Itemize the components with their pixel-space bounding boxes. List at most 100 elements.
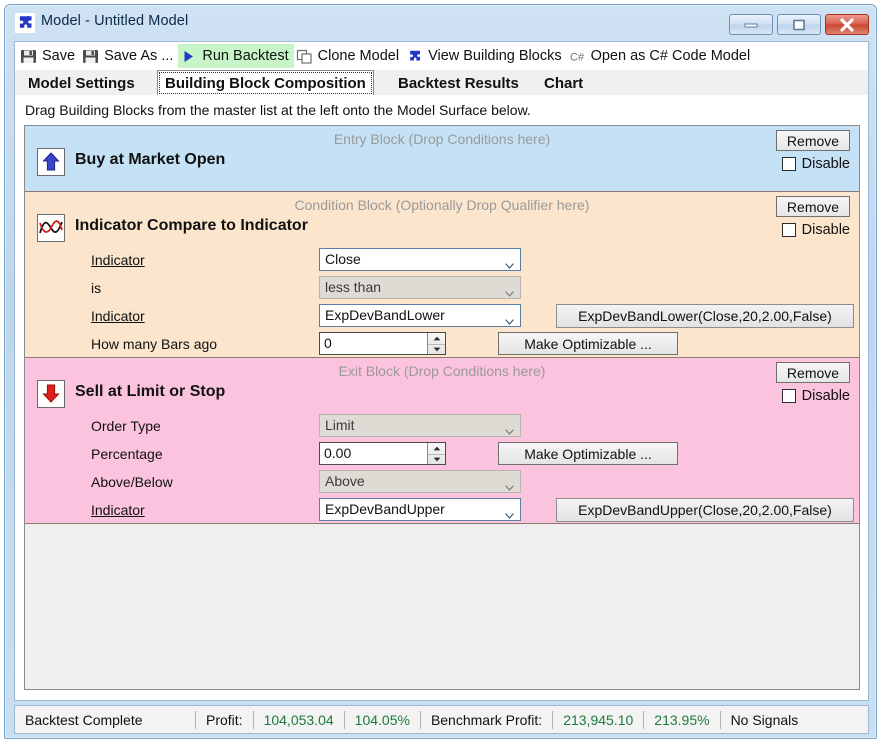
view-building-blocks-button[interactable]: View Building Blocks: [404, 44, 567, 68]
play-triangle-icon: [180, 48, 197, 65]
puzzle-piece-icon: [15, 13, 35, 33]
stepper-buttons[interactable]: [427, 333, 445, 354]
tab-strip: Model Settings Building Block Compositio…: [14, 70, 869, 96]
profit-percent: 104.05%: [354, 711, 410, 728]
exit-block[interactable]: Exit Block (Drop Conditions here) Sell a…: [25, 358, 859, 524]
order-type-dropdown[interactable]: Limit: [319, 414, 521, 437]
checkbox-box[interactable]: [781, 157, 796, 171]
make-optimizable-button[interactable]: Make Optimizable ...: [498, 442, 678, 465]
field-row-indicator-1: Indicator Close: [25, 248, 859, 276]
chevron-down-icon: [505, 256, 514, 269]
maximize-button[interactable]: [777, 14, 821, 35]
entry-block-header: Entry Block (Drop Conditions here): [333, 131, 551, 147]
puzzle-piece-icon: [406, 48, 423, 65]
tab-chart[interactable]: Chart: [536, 72, 592, 95]
entry-block[interactable]: Entry Block (Drop Conditions here) Buy a…: [25, 126, 859, 192]
tab-building-block-composition[interactable]: Building Block Composition: [157, 70, 374, 96]
stepper-buttons[interactable]: [427, 443, 445, 464]
comparison-operator-dropdown[interactable]: less than: [319, 276, 521, 299]
open-as-csharp-button[interactable]: C# Open as C# Code Model: [567, 44, 756, 68]
field-label-bars-ago: How many Bars ago: [91, 336, 218, 352]
view-building-blocks-label: View Building Blocks: [428, 48, 562, 64]
chevron-down-icon: [505, 284, 514, 297]
dropdown-value: ExpDevBandLower: [325, 307, 445, 323]
remove-button[interactable]: Remove: [776, 130, 850, 151]
bars-ago-stepper[interactable]: 0: [319, 332, 446, 355]
clone-model-label: Clone Model: [317, 48, 400, 64]
disable-label: Disable: [801, 156, 850, 172]
benchmark-percent: 213.95%: [654, 711, 710, 728]
exit-block-header: Exit Block (Drop Conditions here): [338, 363, 546, 379]
save-as-button[interactable]: Save As ...: [80, 44, 178, 68]
floppy-disk-icon: [20, 48, 37, 65]
field-label-indicator[interactable]: Indicator: [91, 502, 145, 518]
field-row-percentage: Percentage 0.00 Make Optimizable ...: [25, 442, 859, 470]
benchmark-value: 213,945.10: [563, 711, 634, 728]
chevron-down-icon: [505, 506, 514, 519]
dropdown-value: less than: [325, 279, 382, 295]
title-bar: Model - Untitled Model: [5, 5, 878, 41]
save-label: Save: [42, 48, 76, 64]
disable-label: Disable: [801, 222, 850, 238]
profit-value: 104,053.04: [263, 711, 334, 728]
chevron-down-icon: [505, 422, 514, 435]
drag-hint-text: Drag Building Blocks from the master lis…: [25, 102, 531, 118]
field-row-bars-ago: How many Bars ago 0 Make Optimizable ...: [25, 332, 859, 360]
remove-button[interactable]: Remove: [776, 196, 850, 217]
run-backtest-label: Run Backtest: [202, 48, 289, 64]
stepper-down-icon[interactable]: [428, 345, 445, 356]
field-row-indicator-2: Indicator ExpDevBandLower ExpDevBandLowe…: [25, 304, 859, 332]
checkbox-box[interactable]: [781, 389, 796, 403]
disable-checkbox-condition[interactable]: Disable: [781, 222, 850, 238]
maximize-icon: [778, 15, 820, 34]
tab-label: Chart: [544, 75, 584, 92]
above-below-dropdown[interactable]: Above: [319, 470, 521, 493]
model-surface[interactable]: Entry Block (Drop Conditions here) Buy a…: [24, 125, 860, 690]
exit-indicator-dropdown[interactable]: ExpDevBandUpper: [319, 498, 521, 521]
indicator-parameters-button[interactable]: ExpDevBandLower(Close,20,2.00,False): [556, 304, 854, 328]
copy-windows-icon: [296, 48, 313, 65]
stepper-up-icon[interactable]: [428, 333, 445, 345]
run-backtest-button[interactable]: Run Backtest: [178, 44, 294, 68]
indicator-2-dropdown[interactable]: ExpDevBandLower: [319, 304, 521, 327]
tab-label: Model Settings: [28, 75, 135, 92]
benchmark-label: Benchmark Profit:: [430, 711, 543, 728]
clone-model-button[interactable]: Clone Model: [294, 44, 404, 68]
tab-model-settings[interactable]: Model Settings: [20, 72, 143, 95]
profit-label: Profit:: [206, 711, 243, 728]
disable-checkbox-exit[interactable]: Disable: [781, 388, 850, 404]
blue-up-arrow-icon: [37, 148, 65, 176]
tab-page-building-block-composition: Drag Building Blocks from the master lis…: [14, 95, 869, 701]
stepper-up-icon[interactable]: [428, 443, 445, 455]
indicator-parameters-button[interactable]: ExpDevBandUpper(Close,20,2.00,False): [556, 498, 854, 522]
indicator-1-dropdown[interactable]: Close: [319, 248, 521, 271]
dropdown-value: ExpDevBandUpper: [325, 501, 445, 517]
remove-button[interactable]: Remove: [776, 362, 850, 383]
checkbox-box[interactable]: [781, 223, 796, 237]
stepper-value: 0.00: [324, 445, 352, 461]
condition-block-title: Indicator Compare to Indicator: [75, 217, 308, 234]
percentage-stepper[interactable]: 0.00: [319, 442, 446, 465]
minimize-button[interactable]: [729, 14, 773, 35]
close-button[interactable]: [825, 14, 869, 35]
stepper-down-icon[interactable]: [428, 455, 445, 466]
model-window: Model - Untitled Model Save Save As ... …: [4, 4, 877, 739]
field-label-indicator[interactable]: Indicator: [91, 308, 145, 324]
dropdown-value: Close: [325, 251, 361, 267]
disable-checkbox-entry[interactable]: Disable: [781, 156, 850, 172]
save-button[interactable]: Save: [18, 44, 80, 68]
minimize-icon: [730, 15, 772, 34]
make-optimizable-button[interactable]: Make Optimizable ...: [498, 332, 678, 355]
chevron-down-icon: [505, 312, 514, 325]
field-row-is: is less than: [25, 276, 859, 304]
close-icon: [826, 15, 868, 34]
field-row-order-type: Order Type Limit: [25, 414, 859, 442]
condition-block[interactable]: Condition Block (Optionally Drop Qualifi…: [25, 192, 859, 358]
csharp-icon: C#: [569, 48, 586, 65]
red-down-arrow-icon: [37, 380, 65, 408]
condition-block-header: Condition Block (Optionally Drop Qualifi…: [294, 197, 590, 213]
tab-backtest-results[interactable]: Backtest Results: [390, 72, 527, 95]
indicator-curve-icon: [37, 214, 65, 242]
tab-label: Backtest Results: [398, 75, 519, 92]
field-label-indicator[interactable]: Indicator: [91, 252, 145, 268]
